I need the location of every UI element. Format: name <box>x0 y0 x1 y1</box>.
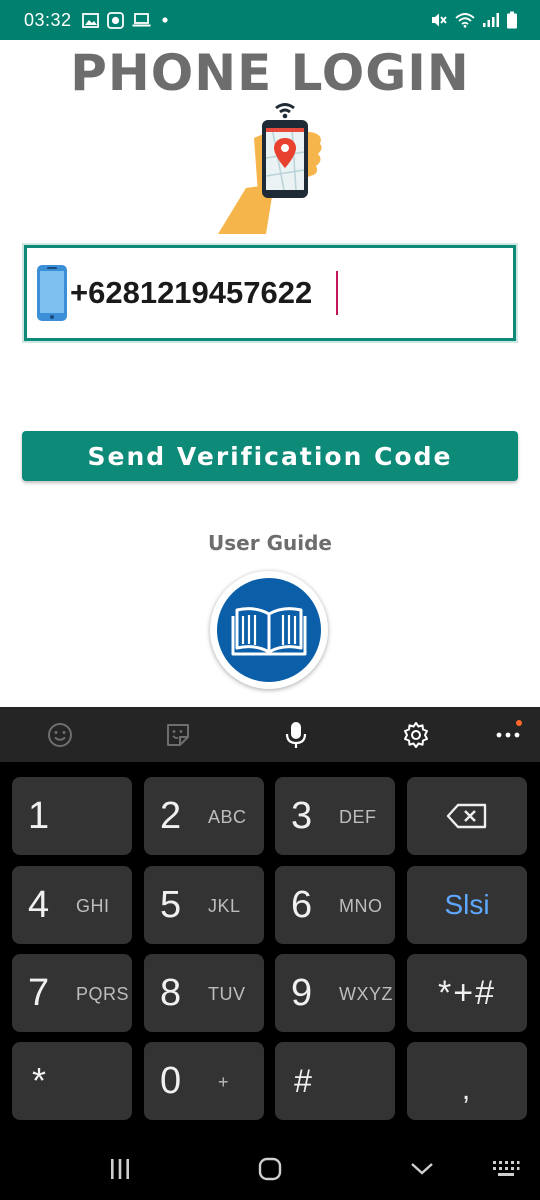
numeric-keypad: 1 2 ABC 3 DEF 4 GHI 5 JKL 6 MNO Slsi 7 P <box>0 762 540 1138</box>
back-button[interactable] <box>392 1138 452 1200</box>
key-digit: 7 <box>28 972 50 1014</box>
key-letters: MNO <box>339 896 383 916</box>
key-letters: ABC <box>208 807 247 827</box>
key-letters: WXYZ <box>339 984 393 1004</box>
recents-icon <box>111 1159 129 1179</box>
comma-key-label: , <box>461 1073 473 1106</box>
mute-icon <box>432 13 447 27</box>
key-6[interactable]: 6 MNO <box>275 866 395 944</box>
key-digit: 4 <box>28 884 50 926</box>
keyboard-toolbar <box>0 707 540 762</box>
key-3[interactable]: 3 DEF <box>275 777 395 855</box>
key-1[interactable]: 1 <box>12 777 132 855</box>
keyboard-switch-button[interactable] <box>476 1138 536 1200</box>
language-key-label: Slsi <box>444 889 490 920</box>
sticker-button[interactable] <box>148 707 208 762</box>
text-cursor <box>336 271 338 315</box>
more-options-button[interactable] <box>478 707 538 762</box>
image-icon <box>81 12 99 28</box>
sticker-icon <box>167 723 189 746</box>
key-7[interactable]: 7 PQRS <box>12 954 132 1032</box>
dot-icon <box>161 17 168 23</box>
microphone-icon <box>285 721 307 748</box>
key-0[interactable]: 0 + <box>144 1042 264 1120</box>
symbols-key[interactable]: *+# <box>407 954 527 1032</box>
signal-icon <box>483 13 499 27</box>
send-verification-code-button[interactable]: Send Verification Code <box>22 431 518 481</box>
phone-number-input[interactable] <box>70 270 338 316</box>
key-center: Slsi <box>407 866 527 944</box>
key-digit: 5 <box>160 884 182 926</box>
phone-icon <box>37 265 67 321</box>
key-letters: DEF <box>339 807 377 827</box>
emoji-button[interactable] <box>30 707 90 762</box>
more-dots-icon <box>496 732 520 737</box>
key-letters: TUV <box>208 984 246 1004</box>
key-digit: 1 <box>28 795 50 837</box>
recents-button[interactable] <box>90 1138 150 1200</box>
phone-field[interactable] <box>22 243 518 343</box>
comma-key[interactable]: , <box>407 1042 527 1120</box>
emoji-icon <box>48 722 72 747</box>
key-star[interactable]: * <box>12 1042 132 1120</box>
user-guide-button[interactable] <box>210 571 328 689</box>
star-key-label: * <box>31 1060 48 1101</box>
key-digit: 6 <box>291 884 313 926</box>
settings-gear-icon <box>404 721 428 748</box>
key-digit: 0 <box>160 1060 182 1102</box>
key-center: , <box>407 1042 527 1120</box>
key-hash[interactable]: # <box>275 1042 395 1120</box>
voice-input-button[interactable] <box>266 707 326 762</box>
key-digit: 2 <box>160 795 182 837</box>
home-icon <box>258 1157 282 1181</box>
wifi-icon <box>455 13 475 28</box>
backspace-key[interactable] <box>407 777 527 855</box>
back-chevron-icon <box>411 1163 433 1175</box>
key-digit: 9 <box>291 972 313 1014</box>
key-8[interactable]: 8 TUV <box>144 954 264 1032</box>
key-center: * <box>12 1042 68 1120</box>
key-center: # <box>275 1042 333 1120</box>
laptop-icon <box>132 12 151 26</box>
user-guide-badge <box>217 578 321 682</box>
key-letters: PQRS <box>76 984 130 1004</box>
status-bar: 03:32 <box>0 0 540 40</box>
key-letters: JKL <box>208 896 241 916</box>
key-letters: + <box>218 1072 230 1092</box>
key-2[interactable]: 2 ABC <box>144 777 264 855</box>
key-9[interactable]: 9 WXYZ <box>275 954 395 1032</box>
key-letters: GHI <box>76 896 110 916</box>
system-nav-bar <box>0 1138 540 1200</box>
home-button[interactable] <box>240 1138 300 1200</box>
battery-icon <box>507 11 517 29</box>
page-title: PHONE LOGIN <box>70 44 470 102</box>
key-digit: 8 <box>160 972 182 1014</box>
status-time: 03:32 <box>24 9 72 30</box>
key-5[interactable]: 5 JKL <box>144 866 264 944</box>
notification-dot <box>516 720 522 726</box>
keyboard-settings-button[interactable] <box>386 707 446 762</box>
backspace-icon <box>446 803 487 829</box>
key-center: *+# <box>407 954 527 1032</box>
status-left-icons <box>81 11 171 29</box>
language-key[interactable]: Slsi <box>407 866 527 944</box>
keyboard-grid-icon <box>493 1161 520 1176</box>
user-guide-label: User Guide <box>208 531 332 555</box>
hash-key-label: # <box>294 1062 314 1099</box>
phone-location-hand-icon <box>218 103 322 234</box>
key-digit: 3 <box>291 795 313 837</box>
status-right-icons <box>430 11 518 29</box>
key-center <box>407 777 527 855</box>
book-icon <box>231 607 307 656</box>
key-4[interactable]: 4 GHI <box>12 866 132 944</box>
record-icon <box>106 11 124 29</box>
symbols-key-label: *+# <box>438 973 496 1012</box>
